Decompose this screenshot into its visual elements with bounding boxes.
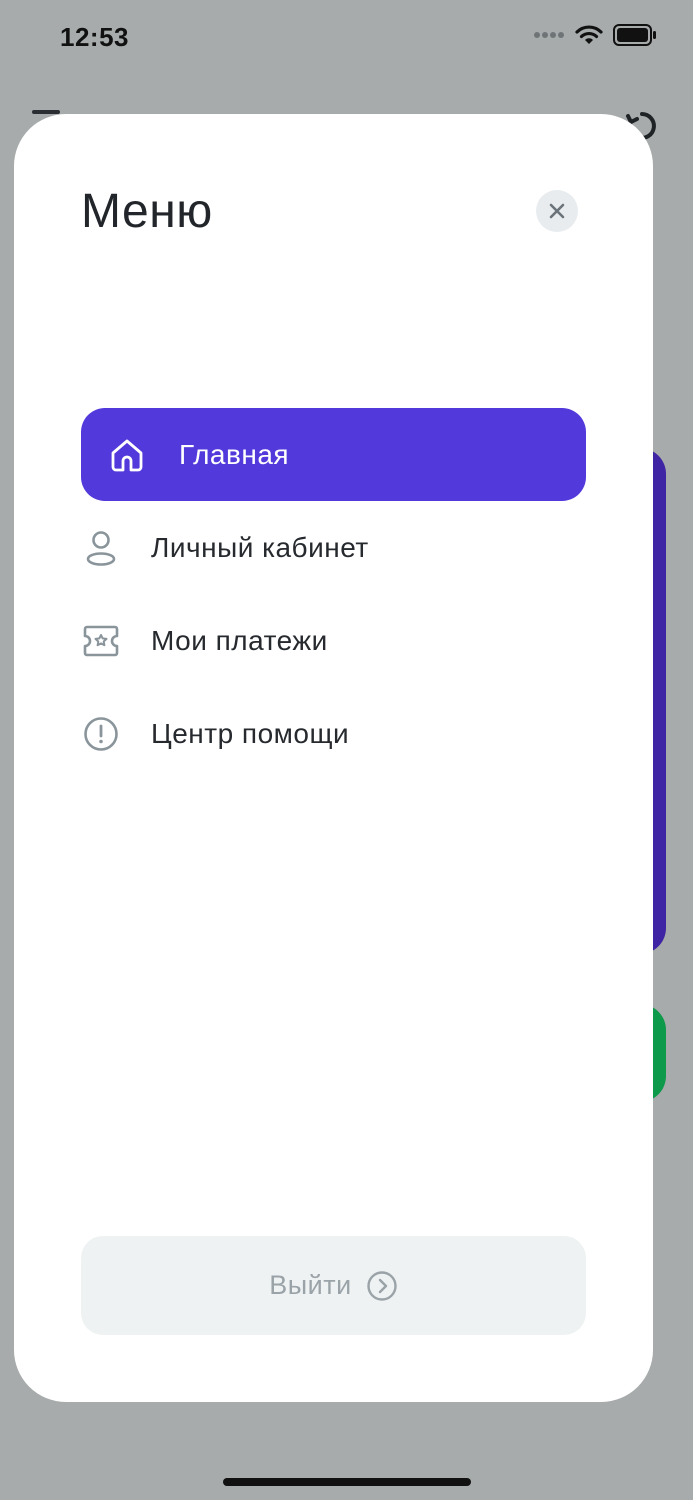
close-button[interactable] [536,190,578,232]
home-icon [107,435,147,475]
menu-item-account[interactable]: Личный кабинет [81,501,586,594]
home-indicator [223,1478,471,1486]
menu-item-label: Центр помощи [151,717,350,749]
ticket-star-icon [81,621,121,661]
battery-icon [613,24,656,46]
user-icon [81,528,121,568]
menu-item-help-center[interactable]: Центр помощи [81,687,586,780]
close-icon [549,203,565,219]
chevron-right-circle-icon [367,1270,397,1301]
status-time: 12:53 [60,22,129,52]
menu-item-label: Главная [179,438,290,470]
hamburger-icon [32,110,60,114]
menu-list: Главная Личный кабинет Мои платежи Центр… [81,408,586,780]
menu-item-label: Мои платежи [151,624,328,656]
status-icons [533,24,657,46]
menu-item-home[interactable]: Главная [81,408,586,501]
menu-item-payments[interactable]: Мои платежи [81,594,586,687]
wifi-icon [575,25,603,44]
menu-item-label: Личный кабинет [151,531,369,563]
menu-title: Меню [81,185,213,238]
menu-sheet: Меню Главная Личный кабинет Мои платежи … [14,114,653,1402]
logout-button[interactable]: Выйти [81,1236,586,1335]
logout-label: Выйти [269,1270,352,1300]
cellular-signal-icon [534,32,564,38]
status-bar: 12:53 [0,0,693,76]
info-circle-icon [81,714,121,754]
